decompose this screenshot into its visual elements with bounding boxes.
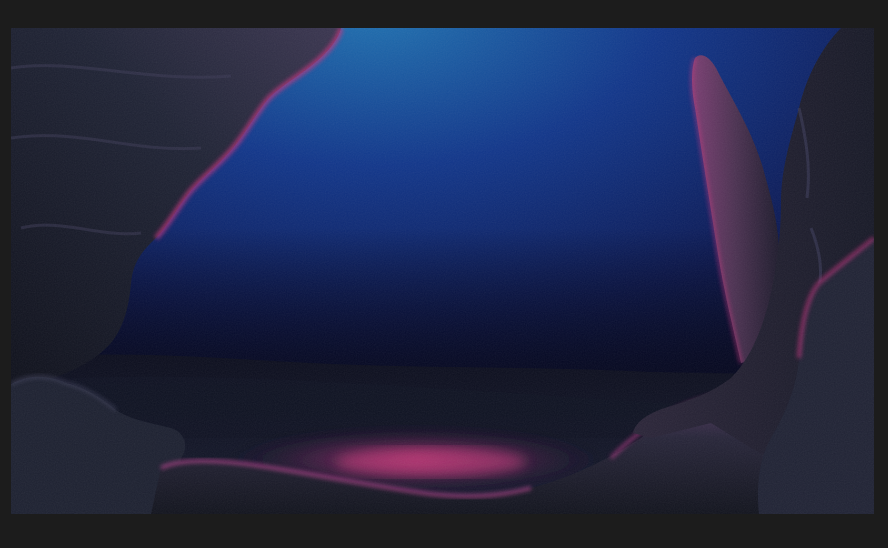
cave-scene-illustration <box>11 28 874 514</box>
cave-landscape-image <box>11 28 874 514</box>
image-viewer-frame <box>0 0 888 548</box>
